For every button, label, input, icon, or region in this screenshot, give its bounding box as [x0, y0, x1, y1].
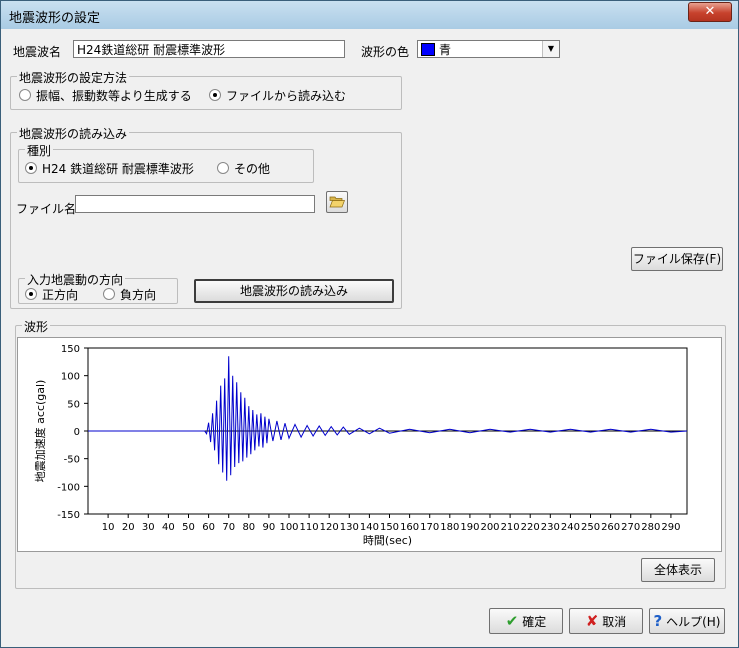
file-name-label: ファイル名 — [16, 202, 77, 216]
x-tick-label: 90 — [263, 522, 276, 533]
wave-color-value: 青 — [439, 43, 452, 57]
radio-icon — [217, 162, 229, 174]
radio-icon — [19, 89, 31, 101]
close-icon: ✕ — [704, 4, 716, 19]
kind-option-h24-label: H24 鉄道総研 耐震標準波形 — [42, 162, 194, 176]
window-title: 地震波形の設定 — [9, 11, 101, 26]
x-axis-label: 時間(sec) — [363, 534, 412, 547]
dialog-client: 地震波名 H24鉄道総研 耐震標準波形 波形の色 青 ▼ 地震波形の設定方法 振… — [7, 31, 732, 641]
x-tick-label: 50 — [182, 522, 195, 533]
x-tick-label: 190 — [460, 522, 479, 533]
x-tick-label: 250 — [581, 522, 600, 533]
waveform-group-title: 波形 — [22, 318, 51, 335]
load-groupbox: 地震波形の読み込み 種別 H24 鉄道総研 耐震標準波形 その他 ファイル名 入… — [10, 125, 402, 309]
load-group-title: 地震波形の読み込み — [17, 125, 130, 142]
kind-group-title: 種別 — [25, 142, 54, 159]
x-tick-label: 160 — [400, 522, 419, 533]
x-tick-label: 10 — [102, 522, 115, 533]
y-tick-label: -150 — [57, 510, 80, 521]
y-tick-label: 100 — [61, 372, 80, 383]
save-file-button[interactable]: ファイル保存(F) — [631, 247, 723, 271]
kind-radio-other[interactable]: その他 — [217, 160, 270, 177]
x-tick-label: 80 — [242, 522, 255, 533]
radio-icon — [25, 288, 37, 300]
x-tick-label: 230 — [541, 522, 560, 533]
help-icon: ? — [653, 612, 663, 630]
direction-positive-label: 正方向 — [42, 288, 79, 302]
method-option-generate-label: 振幅、振動数等より生成する — [36, 89, 192, 103]
radio-icon — [209, 89, 221, 101]
method-groupbox: 地震波形の設定方法 振幅、振動数等より生成する ファイルから読み込む — [10, 69, 402, 110]
load-waveform-button[interactable]: 地震波形の読み込み — [194, 279, 394, 303]
chevron-down-icon[interactable]: ▼ — [542, 41, 559, 57]
open-folder-button[interactable] — [326, 191, 348, 213]
method-radio-file[interactable]: ファイルから読み込む — [209, 87, 346, 104]
x-tick-label: 280 — [641, 522, 660, 533]
ok-button[interactable]: ✔ 確定 — [489, 608, 563, 634]
method-group-title: 地震波形の設定方法 — [17, 69, 130, 86]
color-swatch — [421, 43, 435, 56]
cancel-button-label: 取消 — [602, 615, 627, 629]
x-tick-label: 240 — [561, 522, 580, 533]
x-tick-label: 110 — [300, 522, 319, 533]
wave-name-input[interactable]: H24鉄道総研 耐震標準波形 — [73, 40, 345, 58]
y-tick-label: -100 — [57, 482, 80, 493]
radio-icon — [103, 288, 115, 300]
x-tick-label: 260 — [601, 522, 620, 533]
file-name-input[interactable] — [75, 195, 315, 213]
y-axis-label: 地震加速度 acc(gal) — [33, 380, 47, 483]
x-tick-label: 20 — [122, 522, 135, 533]
x-tick-label: 210 — [501, 522, 520, 533]
x-tick-label: 130 — [340, 522, 359, 533]
y-tick-label: -50 — [64, 455, 80, 466]
direction-negative-label: 負方向 — [120, 288, 157, 302]
ok-button-label: 確定 — [522, 615, 547, 629]
cancel-button[interactable]: ✘ 取消 — [569, 608, 643, 634]
direction-radio-positive[interactable]: 正方向 — [25, 286, 78, 303]
method-option-file-label: ファイルから読み込む — [226, 89, 347, 103]
y-tick-label: 150 — [61, 344, 80, 355]
y-tick-label: 0 — [74, 427, 80, 438]
wave-color-select[interactable]: 青 ▼ — [417, 40, 560, 58]
title-bar[interactable]: 地震波形の設定 ✕ — [1, 1, 738, 29]
x-tick-label: 220 — [521, 522, 540, 533]
cross-icon: ✘ — [585, 612, 599, 630]
kind-groupbox: 種別 H24 鉄道総研 耐震標準波形 その他 — [18, 142, 314, 183]
x-tick-label: 170 — [420, 522, 439, 533]
close-button[interactable]: ✕ — [688, 2, 732, 22]
x-tick-label: 40 — [162, 522, 175, 533]
x-tick-label: 270 — [621, 522, 640, 533]
x-tick-label: 200 — [480, 522, 499, 533]
x-tick-label: 60 — [202, 522, 215, 533]
direction-radio-negative[interactable]: 負方向 — [103, 286, 156, 303]
x-tick-label: 100 — [279, 522, 298, 533]
kind-option-other-label: その他 — [234, 162, 271, 176]
y-tick-label: 50 — [67, 399, 80, 410]
x-tick-label: 120 — [320, 522, 339, 533]
wave-name-label: 地震波名 — [13, 45, 62, 59]
help-button-label: ヘルプ(H) — [666, 615, 721, 629]
x-tick-label: 70 — [222, 522, 235, 533]
x-tick-label: 150 — [380, 522, 399, 533]
show-all-button[interactable]: 全体表示 — [641, 558, 715, 582]
x-tick-label: 290 — [661, 522, 680, 533]
kind-radio-h24[interactable]: H24 鉄道総研 耐震標準波形 — [25, 160, 194, 177]
check-icon: ✔ — [505, 612, 519, 630]
dialog-window: 地震波形の設定 ✕ 地震波名 H24鉄道総研 耐震標準波形 波形の色 青 ▼ 地… — [0, 0, 739, 648]
wave-color-label: 波形の色 — [361, 45, 410, 59]
waveform-chart: 150100500-50-100-15010 20 30 40 50 60 70 80 90 10… — [33, 344, 688, 547]
method-radio-generate[interactable]: 振幅、振動数等より生成する — [19, 87, 192, 104]
chart-panel: 150 100 50 0 -50 -100 -150 10 20 30 40 50 60 70 80 90 10… — [17, 337, 722, 552]
x-tick-label: 180 — [440, 522, 459, 533]
x-tick-label: 140 — [360, 522, 379, 533]
x-tick-label: 30 — [142, 522, 155, 533]
radio-icon — [25, 162, 37, 174]
direction-groupbox: 入力地震動の方向 正方向 負方向 — [18, 271, 178, 304]
open-folder-icon — [329, 196, 346, 208]
help-button[interactable]: ? ヘルプ(H) — [649, 608, 725, 634]
waveform-groupbox: 波形 150 100 50 0 -50 -100 -150 10 20 30 40 50 60 70 80 9… — [15, 318, 726, 589]
